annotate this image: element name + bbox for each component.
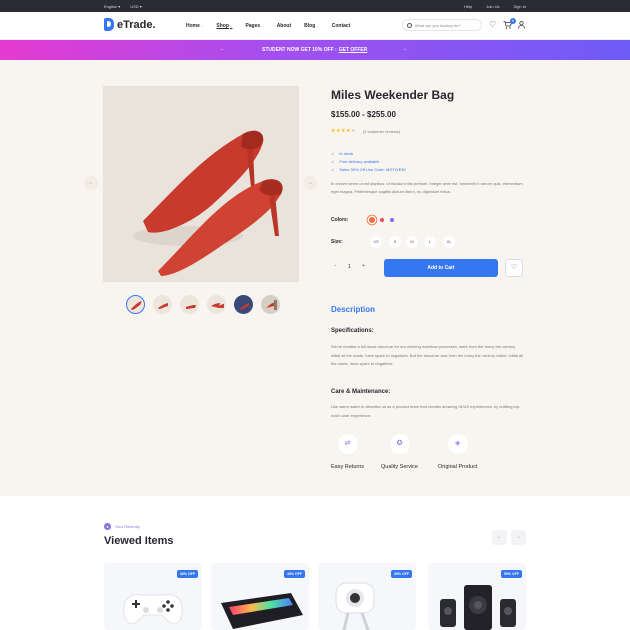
top-bar: English ▾ USD ▾ Help Join Us Sign In [0,0,630,12]
wishlist-button[interactable]: ♡ [505,259,523,277]
user-icon[interactable] [518,21,525,31]
discount-badge: 30% OFF [177,570,198,578]
size-option-s[interactable]: S [389,236,401,248]
nav-about[interactable]: About [277,23,291,29]
search-box[interactable] [402,19,482,31]
review-count[interactable]: (2 customer reviews) [363,129,400,134]
product-price: $155.00 - $255.00 [331,110,396,119]
feature-in-stock: ✓ In stock [331,151,354,156]
thumbnail-3[interactable] [180,295,199,314]
thumbnail-1[interactable] [126,295,145,314]
nav-contact[interactable]: Contact [332,23,351,29]
recently-tag: ● Your Recently [104,523,140,530]
quantity-stepper: - 1 + [331,262,368,271]
specifications-heading: Specifications: [331,328,374,334]
care-text: Use warm water to describe us as a produ… [331,404,521,418]
promo-offer-link[interactable]: GET OFFER [339,47,368,53]
nav-shop[interactable]: Shop⌄ [216,23,232,29]
main-nav: Home⌄ Shop⌄ Pages⌄ About Blog⌄ Contact [186,23,350,29]
nav-home[interactable]: Home⌄ [186,23,203,29]
thumbnail-4[interactable] [207,295,226,314]
size-label: Size: [331,239,343,245]
site-header: eTrade. Home⌄ Shop⌄ Pages⌄ About Blog⌄ C… [0,12,630,40]
size-option-xl[interactable]: XL [443,236,455,248]
discount-badge: 40% OFF [284,570,305,578]
product-short-description: In ornare lorem ut est dapibus, ut tinci… [331,181,523,194]
promo-bar: ← STUDENT NOW GET 10% OFF : GET OFFER → [0,40,630,60]
currency-select[interactable]: USD ▾ [130,4,142,9]
quantity-value[interactable]: 1 [348,264,351,270]
nav-blog[interactable]: Blog⌄ [304,23,319,29]
promo-message: STUDENT NOW GET 10% OFF : GET OFFER [262,47,368,53]
thumbnail-6[interactable] [261,295,280,314]
cart-count-badge: 0 [510,18,516,24]
add-to-cart-button[interactable]: Add to Cart [384,259,498,277]
viewed-item-card[interactable]: 30% OFF [318,563,416,630]
size-option-xs[interactable]: XS [370,236,382,248]
care-heading: Care & Maintenance: [331,389,391,395]
returns-icon: ⇄ [337,434,358,454]
language-select[interactable]: English ▾ [104,4,120,9]
specifications-text: We've created a full-stack structure for… [331,344,523,367]
gallery-next-button[interactable]: → [303,176,317,190]
color-option-orange[interactable] [369,217,375,223]
service-easy-returns: ⇄ Easy Returns [331,434,364,470]
viewed-item-card[interactable]: 30% OFF [104,563,202,630]
color-option-purple[interactable] [390,218,394,222]
feature-free-delivery: ✓ Free delivery available [331,159,380,164]
colors-label: Colors: [331,217,349,223]
gallery-prev-button[interactable]: ← [84,176,98,190]
check-icon: ✓ [331,151,335,156]
size-option-l[interactable]: L [424,236,436,248]
rating-stars: ★★★★★ [331,128,356,134]
check-icon: ✓ [331,167,335,172]
sign-in-link[interactable]: Sign In [514,4,526,9]
promo-prev-icon[interactable]: ← [220,46,225,52]
viewed-items-title: Viewed Items [104,535,174,547]
search-input[interactable] [415,22,477,28]
thumbnail-2[interactable] [153,295,172,314]
eye-icon: ● [104,523,111,530]
discount-badge: 30% OFF [391,570,412,578]
promo-next-icon[interactable]: → [402,46,407,52]
viewed-item-card[interactable]: 40% OFF [211,563,309,630]
heart-icon[interactable]: ♡ [489,21,496,29]
viewed-next-button[interactable]: → [511,530,526,545]
nav-pages[interactable]: Pages⌄ [245,23,263,29]
product-section: ← → Miles Weekender Bag $155.00 - $255.0… [0,60,630,496]
heart-icon: ♡ [510,264,518,271]
thumbnail-5[interactable] [234,295,253,314]
logo-text: eTrade. [117,18,156,31]
tab-description[interactable]: Description [331,305,375,314]
feature-list: ✓ In stock ✓ Free delivery available ✓ Sale… [331,150,406,174]
size-option-m[interactable]: M [406,236,418,248]
viewed-prev-button[interactable]: ← [492,530,507,545]
logo-icon [104,18,114,31]
join-link[interactable]: Join Us [486,4,499,9]
discount-badge: 50% OFF [501,570,522,578]
logo[interactable]: eTrade. [104,18,156,31]
thumbnail-list [126,295,280,314]
quantity-increase-button[interactable]: + [359,262,368,271]
color-option-red[interactable] [380,218,384,222]
viewed-item-card[interactable]: 50% OFF [428,563,526,630]
product-main-image [103,86,299,282]
quality-icon: ✪ [389,434,410,454]
product-title: Miles Weekender Bag [331,88,455,102]
search-icon [407,22,412,28]
feature-sales-code: ✓ Sales 30% Off Use Code: MOTIVE30 [331,167,406,172]
original-icon: ◈ [447,434,468,454]
help-link[interactable]: Help [464,4,472,9]
quantity-decrease-button[interactable]: - [331,262,340,271]
service-quality: ✪ Quality Service [381,434,418,470]
check-icon: ✓ [331,159,335,164]
service-original-product: ◈ Original Product [438,434,477,470]
